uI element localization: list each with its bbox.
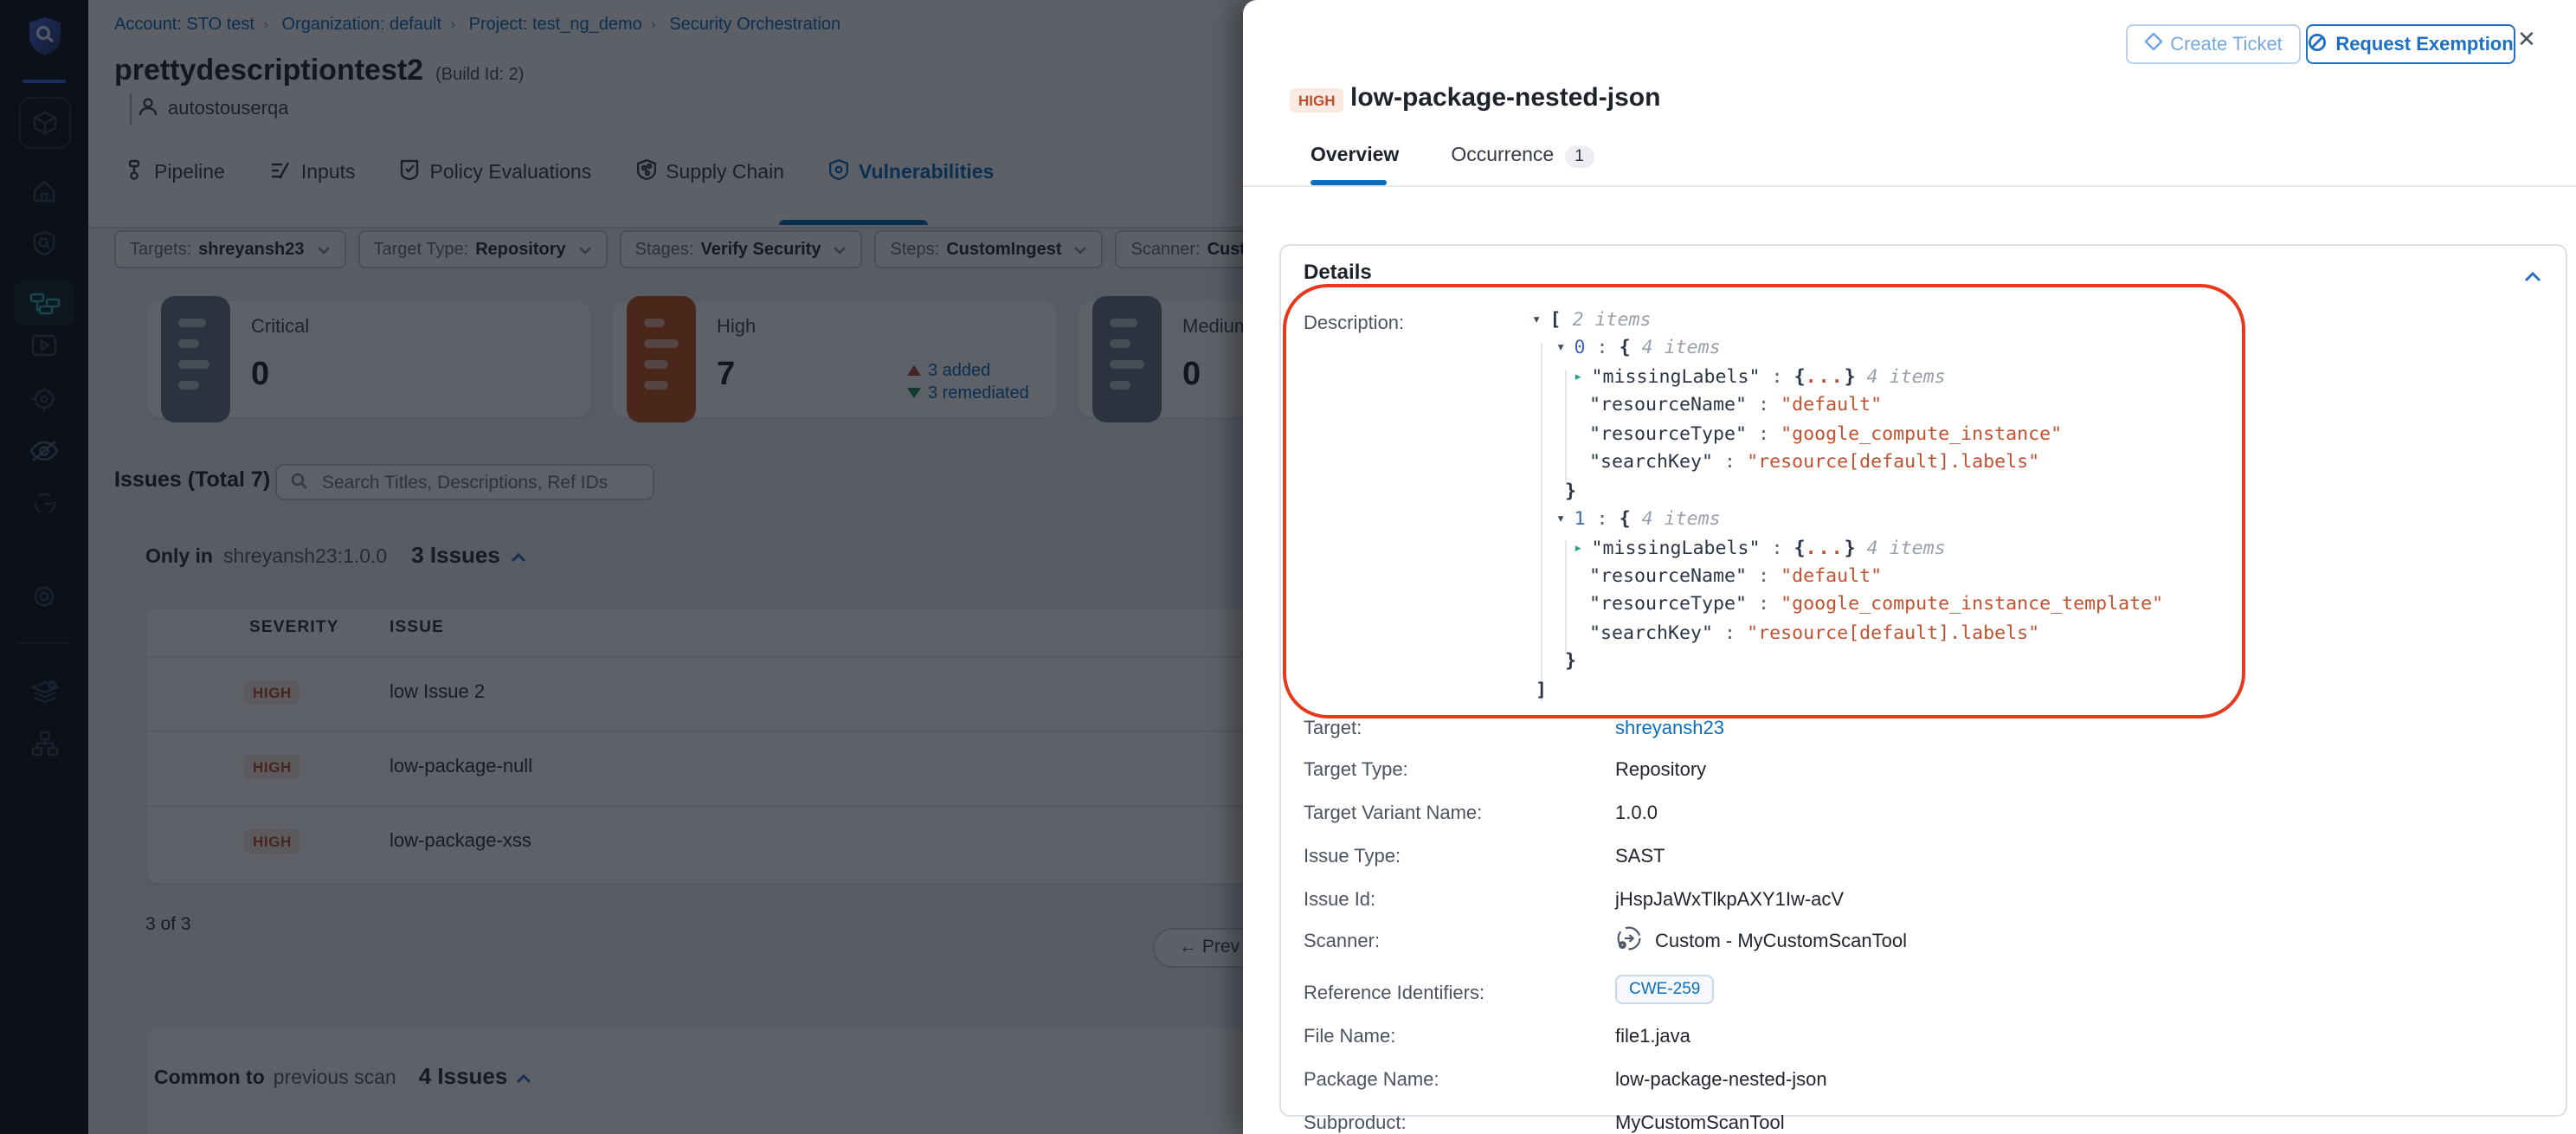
drawer-severity-badge: HIGH	[1290, 88, 1344, 113]
exemption-slash-icon	[2308, 32, 2327, 56]
field-row-subproduct: Subproduct:MyCustomScanTool	[1304, 1113, 2543, 1134]
drawer-issue-title: low-package-nested-json	[1350, 83, 1660, 113]
screenshot-stage: Account: STO test› Organization: default…	[0, 0, 2576, 1134]
field-row-reference-identifiers: Reference Identifiers: CWE-259	[1304, 983, 2543, 1021]
ticket-diamond-icon	[2144, 33, 2161, 55]
drawer-tab-divider	[1243, 185, 2576, 187]
field-row-scanner: Scanner: Custom - MyCustomScanTool	[1304, 931, 2543, 970]
details-collapse-chevron-icon[interactable]	[2524, 260, 2541, 291]
drawer-active-tab-underline	[1311, 180, 1387, 184]
details-heading: Details	[1304, 260, 1372, 284]
custom-scanner-icon	[1615, 925, 1643, 957]
json-tree[interactable]: ▾ [ 2 items▾ 0 : { 4 items▸ "missingLabe…	[1532, 308, 2163, 706]
field-row-issue-type: Issue Type:SAST	[1304, 847, 2543, 885]
field-row-package-name: Package Name:low-package-nested-json	[1304, 1070, 2543, 1108]
description-label: Description:	[1304, 313, 1404, 334]
target-link[interactable]: shreyansh23	[1615, 718, 1724, 739]
field-row-target-type: Target Type:Repository	[1304, 760, 2543, 798]
issue-details-drawer: Create Ticket Request Exemption ✕ HIGH l…	[1243, 0, 2576, 1134]
cwe-chip[interactable]: CWE-259	[1615, 975, 1714, 1004]
app-window: Account: STO test› Organization: default…	[0, 0, 2576, 1134]
close-drawer-icon[interactable]: ✕	[2517, 26, 2536, 54]
details-card: Details Description: ▾ [ 2 items▾ 0 : { …	[1279, 244, 2567, 1117]
field-row-target: Target:shreyansh23	[1304, 718, 2543, 757]
request-exemption-button[interactable]: Request Exemption	[2306, 24, 2515, 64]
tab-overview[interactable]: Overview	[1311, 145, 1399, 166]
field-row-issue-id: Issue Id:jHspJaWxTlkpAXY1Iw-acV	[1304, 890, 2543, 928]
drawer-tab-bar: Overview Occurrence1	[1311, 145, 1594, 166]
field-row-target-variant: Target Variant Name:1.0.0	[1304, 803, 2543, 841]
create-ticket-button[interactable]: Create Ticket	[2126, 24, 2301, 64]
tab-occurrence[interactable]: Occurrence1	[1451, 145, 1594, 166]
field-row-file-name: File Name:file1.java	[1304, 1027, 2543, 1065]
occurrence-count-badge: 1	[1564, 145, 1594, 168]
